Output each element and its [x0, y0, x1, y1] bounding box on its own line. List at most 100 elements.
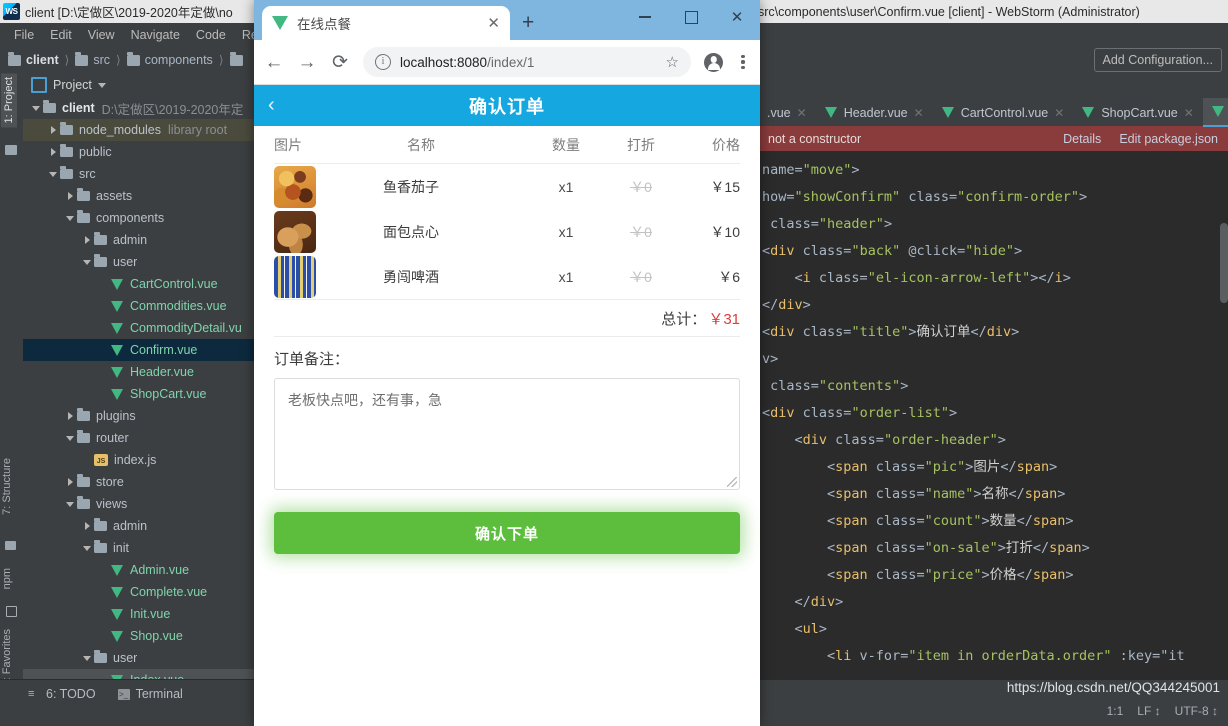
menu-edit[interactable]: Edit: [42, 26, 80, 44]
twisty-expanded-icon[interactable]: [80, 655, 94, 661]
twisty-collapsed-icon[interactable]: [63, 412, 77, 420]
tree-row[interactable]: Header.vue: [23, 361, 254, 383]
editor-tab[interactable]: CartControl.vue ✕: [933, 99, 1074, 126]
order-item-row: 面包点心 x1 ￥0 ￥10: [274, 209, 740, 254]
tree-row[interactable]: Commodities.vue: [23, 295, 254, 317]
close-tab-icon[interactable]: ✕: [1184, 106, 1194, 120]
resize-handle[interactable]: [727, 477, 737, 487]
chevron-down-icon[interactable]: [97, 82, 106, 88]
menu-code[interactable]: Code: [188, 26, 234, 44]
close-tab-icon[interactable]: ✕: [487, 16, 500, 31]
source-code-view[interactable]: name="move"> how="showConfirm" class="con…: [758, 151, 1228, 670]
twisty-expanded-icon[interactable]: [63, 501, 77, 507]
todo-tool-button[interactable]: ≡ 6: TODO: [28, 687, 96, 701]
tree-row[interactable]: Shop.vue: [23, 625, 254, 647]
tree-row[interactable]: Confirm.vue: [23, 339, 254, 361]
twisty-expanded-icon[interactable]: [46, 171, 60, 177]
edit-package-json-link[interactable]: Edit package.json: [1119, 132, 1218, 146]
submit-area: 确认下单: [274, 512, 740, 554]
twisty-expanded-icon[interactable]: [63, 435, 77, 441]
order-remark-textarea[interactable]: 老板快点吧，还有事，急: [274, 378, 740, 490]
browser-tab-active[interactable]: 在线点餐 ✕: [262, 6, 510, 40]
tree-row[interactable]: store: [23, 471, 254, 493]
url-path: /index/1: [487, 54, 535, 70]
twisty-collapsed-icon[interactable]: [63, 192, 77, 200]
minimize-button[interactable]: [622, 0, 668, 34]
info-icon[interactable]: i: [375, 54, 391, 70]
bookmark-star-icon[interactable]: ☆: [666, 53, 679, 71]
twisty-collapsed-icon[interactable]: [46, 126, 60, 134]
tree-row[interactable]: CartControl.vue: [23, 273, 254, 295]
confirm-order-button[interactable]: 确认下单: [274, 512, 740, 554]
tool-tab-project[interactable]: 1: Project: [1, 73, 17, 128]
editor-tab[interactable]: Header.vue ✕: [816, 99, 933, 126]
terminal-tool-button[interactable]: >_ Terminal: [117, 687, 183, 701]
breadcrumb-item-more[interactable]: [229, 51, 248, 66]
project-tree[interactable]: client D:\定做区\2019-2020年定 node_modules libr…: [23, 97, 254, 680]
forward-button[interactable]: →: [297, 53, 317, 72]
tree-row[interactable]: client D:\定做区\2019-2020年定: [23, 97, 254, 119]
tree-row[interactable]: admin: [23, 515, 254, 537]
twisty-collapsed-icon[interactable]: [63, 478, 77, 486]
breadcrumb-item-src[interactable]: src: [75, 51, 110, 67]
tree-row[interactable]: router: [23, 427, 254, 449]
tree-row[interactable]: src: [23, 163, 254, 185]
twisty-collapsed-icon[interactable]: [46, 148, 60, 156]
editor-tab[interactable]: [1202, 98, 1228, 127]
tree-row[interactable]: views: [23, 493, 254, 515]
editor-tab-bar[interactable]: .vue ✕ Header.vue ✕ CartControl.vue ✕ ShopCart…: [758, 98, 1228, 127]
tree-row[interactable]: Init.vue: [23, 603, 254, 625]
tree-row[interactable]: plugins: [23, 405, 254, 427]
file-encoding[interactable]: UTF-8 ↕: [1175, 704, 1218, 718]
total-label: 总计：: [661, 310, 707, 328]
tree-row[interactable]: ShopCart.vue: [23, 383, 254, 405]
close-tab-icon[interactable]: ✕: [914, 106, 924, 120]
tree-row[interactable]: assets: [23, 185, 254, 207]
tree-row[interactable]: user: [23, 647, 254, 669]
tree-row[interactable]: user: [23, 251, 254, 273]
back-button[interactable]: ←: [264, 53, 284, 72]
breadcrumb-item-components[interactable]: components: [126, 51, 213, 67]
tree-row[interactable]: CommodityDetail.vu: [23, 317, 254, 339]
tree-row[interactable]: Complete.vue: [23, 581, 254, 603]
new-tab-button[interactable]: +: [522, 12, 534, 33]
folder-icon: [77, 430, 90, 443]
tool-tab-favorites[interactable]: 2: Favorites: [1, 629, 13, 686]
tree-row[interactable]: init: [23, 537, 254, 559]
tool-tab-npm[interactable]: npm: [1, 568, 13, 589]
menu-view[interactable]: View: [80, 26, 123, 44]
project-panel-header[interactable]: Project: [23, 73, 254, 97]
menu-file[interactable]: File: [6, 26, 42, 44]
close-tab-icon[interactable]: ✕: [797, 106, 807, 120]
line-separator[interactable]: LF ↕: [1137, 704, 1160, 718]
tree-row[interactable]: components: [23, 207, 254, 229]
tree-row[interactable]: Admin.vue: [23, 559, 254, 581]
editor-scrollbar[interactable]: [1220, 223, 1228, 303]
tree-row[interactable]: admin: [23, 229, 254, 251]
back-arrow-icon[interactable]: ‹: [268, 85, 275, 126]
twisty-collapsed-icon[interactable]: [80, 522, 94, 530]
reload-button[interactable]: ⟳: [330, 53, 350, 72]
editor-tab[interactable]: .vue ✕: [758, 99, 816, 126]
twisty-collapsed-icon[interactable]: [80, 236, 94, 244]
twisty-expanded-icon[interactable]: [80, 259, 94, 265]
twisty-expanded-icon[interactable]: [29, 105, 43, 111]
profile-avatar-icon[interactable]: [704, 52, 723, 72]
tree-row[interactable]: JS index.js: [23, 449, 254, 471]
chrome-menu-icon[interactable]: [736, 54, 750, 70]
address-bar[interactable]: i localhost:8080/index/1 ☆: [363, 47, 691, 77]
tree-row[interactable]: node_modules library root: [23, 119, 254, 141]
tool-tab-structure[interactable]: 7: Structure: [1, 458, 13, 515]
menu-navigate[interactable]: Navigate: [123, 26, 188, 44]
error-details-link[interactable]: Details: [1063, 132, 1101, 146]
tree-row[interactable]: public: [23, 141, 254, 163]
close-tab-icon[interactable]: ✕: [1054, 106, 1064, 120]
maximize-button[interactable]: [668, 0, 714, 34]
breadcrumb-item-client[interactable]: client: [8, 51, 59, 67]
add-configuration-button[interactable]: Add Configuration...: [1093, 48, 1222, 72]
twisty-expanded-icon[interactable]: [63, 215, 77, 221]
editor-tab[interactable]: ShopCart.vue ✕: [1073, 99, 1203, 126]
caret-position[interactable]: 1:1: [1107, 704, 1124, 718]
close-button[interactable]: ✕: [714, 0, 760, 34]
twisty-expanded-icon[interactable]: [80, 545, 94, 551]
